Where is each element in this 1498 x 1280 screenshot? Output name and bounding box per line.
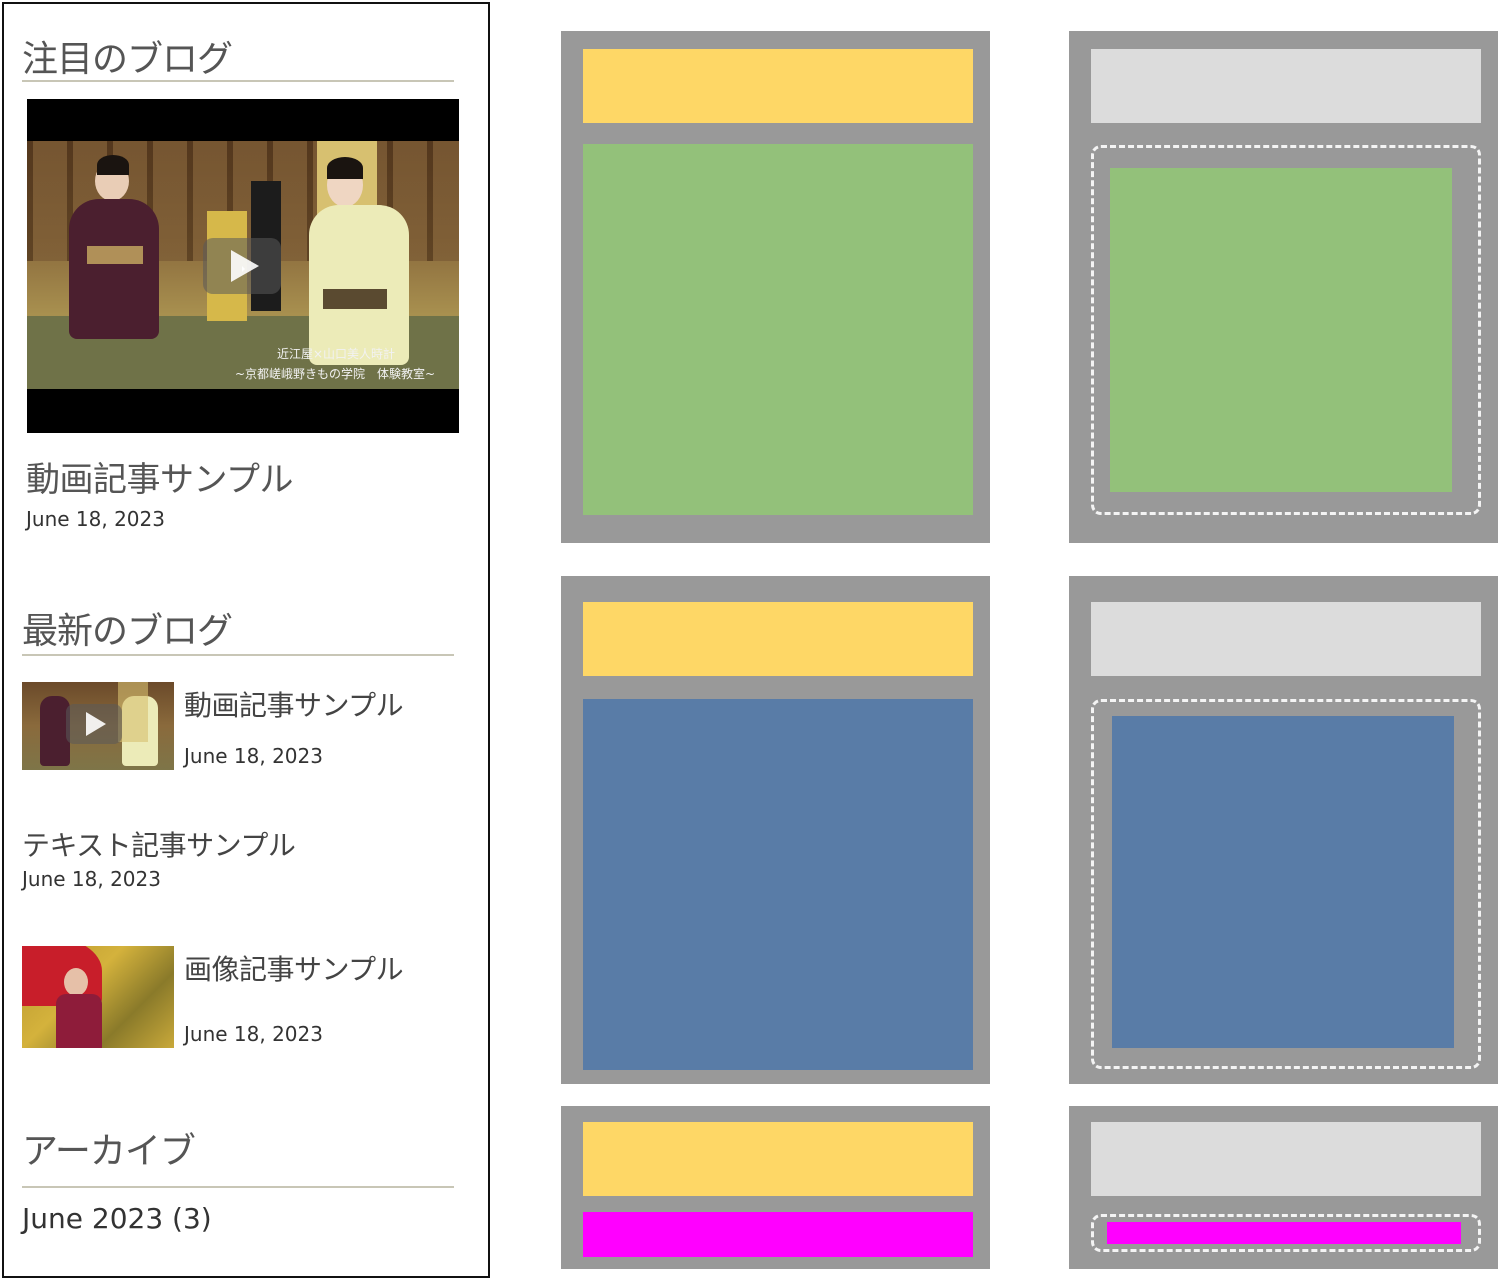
latest-post-title[interactable]: 画像記事サンプル bbox=[184, 948, 404, 988]
archive-widget-frame bbox=[1069, 1106, 1498, 1269]
blog-sidebar: 注目のブログ 近江屋×山口美人時計 ~京都嵯峨野きもの学院 体験教室~ 動画記事… bbox=[2, 2, 490, 1278]
latest-post-title[interactable]: テキスト記事サンプル bbox=[22, 824, 296, 864]
latest-post-date: June 18, 2023 bbox=[184, 1022, 323, 1046]
widget-header-block bbox=[1091, 602, 1481, 676]
featured-widget-frame bbox=[1069, 31, 1498, 543]
latest-post-thumbnail[interactable] bbox=[22, 946, 174, 1048]
post-list-block bbox=[583, 699, 973, 1070]
latest-divider bbox=[22, 654, 454, 656]
widget-header-block bbox=[1091, 1122, 1481, 1196]
latest-widget-frame bbox=[1069, 576, 1498, 1084]
featured-divider bbox=[22, 80, 454, 82]
featured-video-thumbnail[interactable]: 近江屋×山口美人時計 ~京都嵯峨野きもの学院 体験教室~ bbox=[27, 99, 459, 433]
latest-post-title[interactable]: 動画記事サンプル bbox=[184, 684, 404, 724]
widget-header-block bbox=[583, 602, 973, 676]
latest-post-date: June 18, 2023 bbox=[184, 744, 323, 768]
featured-post-title[interactable]: 動画記事サンプル bbox=[26, 452, 293, 501]
archive-widget-frame bbox=[561, 1106, 990, 1269]
play-icon bbox=[66, 704, 122, 744]
featured-post-date: June 18, 2023 bbox=[26, 507, 165, 531]
archive-list-block bbox=[1107, 1222, 1461, 1244]
archive-heading: アーカイブ bbox=[22, 1131, 196, 1172]
media-block bbox=[1110, 168, 1452, 492]
video-caption-line-2: ~京都嵯峨野きもの学院 体験教室~ bbox=[235, 367, 436, 381]
post-list-block bbox=[1112, 716, 1454, 1048]
play-icon[interactable] bbox=[203, 238, 281, 294]
widget-header-block bbox=[1091, 49, 1481, 123]
archive-list-block bbox=[583, 1212, 973, 1257]
featured-widget-frame bbox=[561, 31, 990, 543]
latest-heading: 最新のブログ bbox=[22, 611, 233, 652]
latest-post-thumbnail[interactable] bbox=[22, 682, 174, 770]
widget-header-block bbox=[583, 1122, 973, 1196]
archive-divider bbox=[22, 1186, 454, 1188]
featured-heading: 注目のブログ bbox=[22, 39, 233, 80]
latest-post-date: June 18, 2023 bbox=[22, 867, 161, 891]
archive-link[interactable]: June 2023 (3) bbox=[22, 1202, 212, 1235]
video-caption-line-1: 近江屋×山口美人時計 bbox=[277, 347, 396, 361]
latest-widget-frame bbox=[561, 576, 990, 1084]
media-block bbox=[583, 144, 973, 515]
widget-header-block bbox=[583, 49, 973, 123]
